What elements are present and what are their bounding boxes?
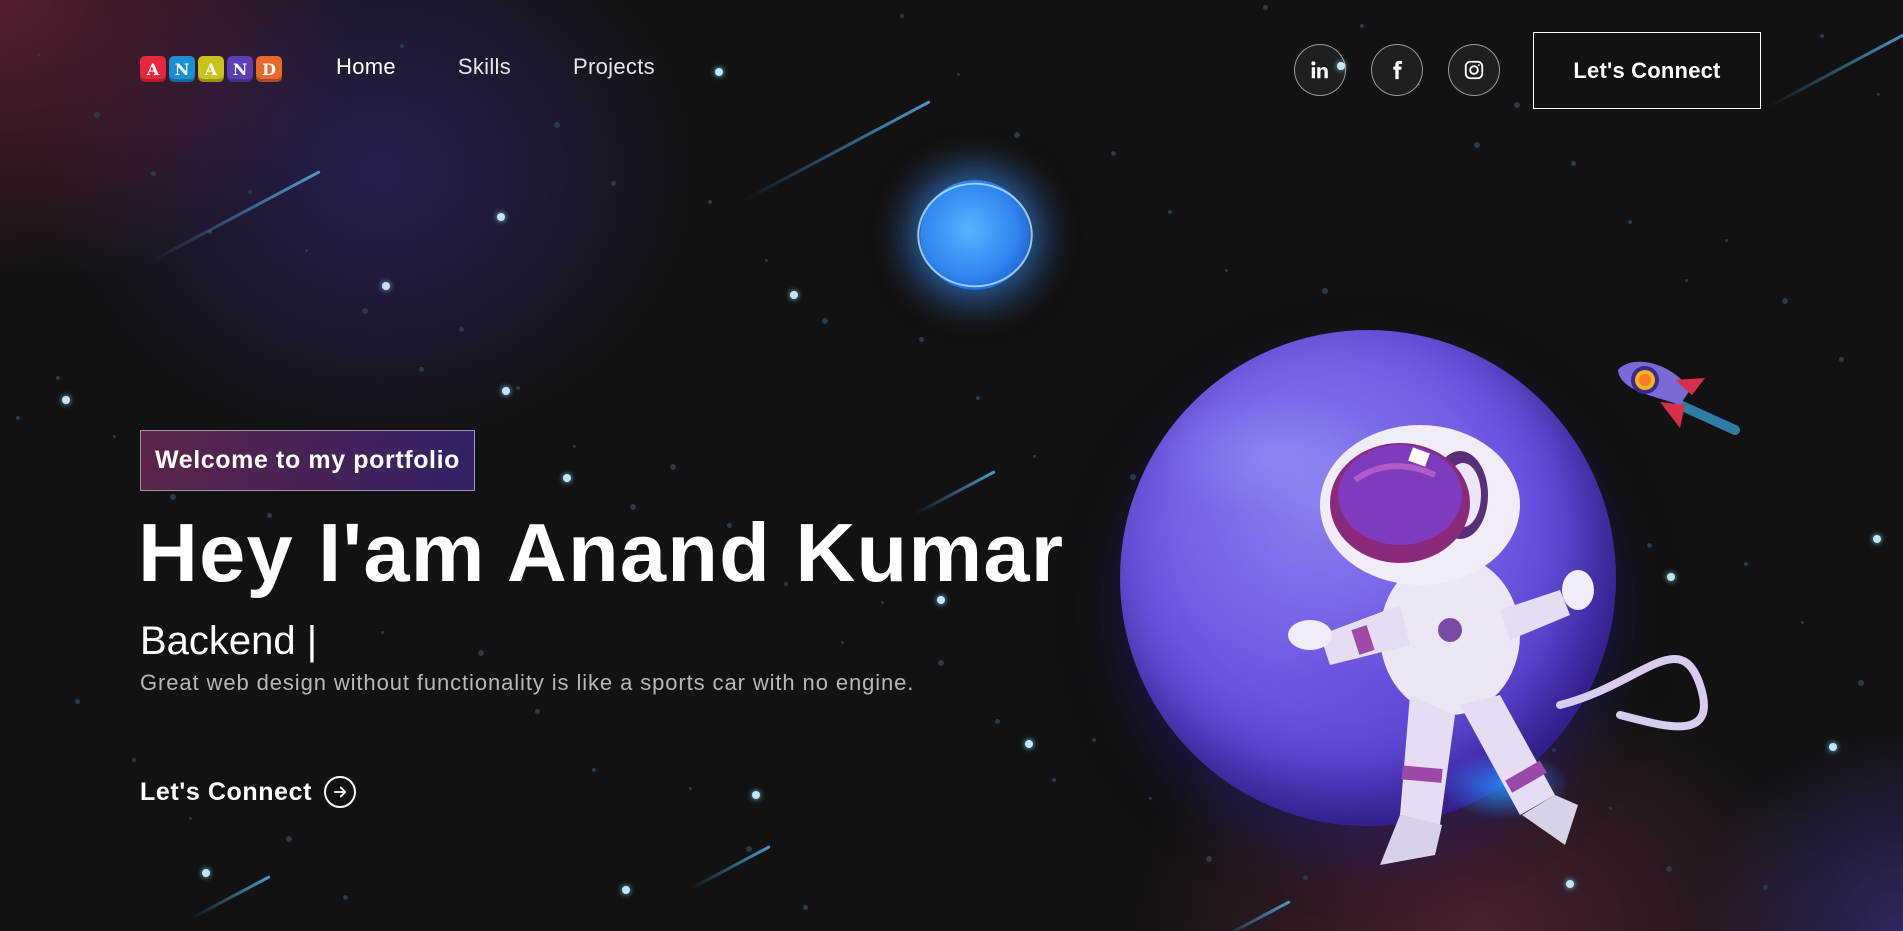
dust-particle (765, 259, 768, 262)
blue-orb-planet-illustration (904, 171, 1046, 299)
tagline-badge: Welcome to my portfolio (140, 430, 476, 491)
dust-particle (1839, 357, 1844, 362)
logo-letter-block: A (140, 56, 166, 82)
dust-particle (1763, 885, 1768, 890)
dust-particle (151, 171, 156, 176)
dust-particle (995, 719, 1000, 724)
hero-quote: Great web design without functionality i… (140, 670, 915, 695)
dust-particle (1571, 161, 1576, 166)
social-icons (1294, 44, 1500, 96)
dust-particle (1685, 279, 1688, 282)
shooting-star (189, 875, 271, 921)
dust-particle (1322, 288, 1328, 294)
dust-particle (841, 641, 844, 644)
astronaut-illustration (1288, 425, 1708, 865)
star (752, 791, 760, 799)
logo-letter-block: N (169, 56, 195, 82)
dust-particle (1168, 210, 1172, 214)
dust-particle (976, 396, 980, 400)
dust-particle (881, 601, 884, 604)
dust-particle (1111, 151, 1116, 156)
dust-particle (1033, 455, 1036, 458)
dust-particle (1149, 797, 1152, 800)
nav-link-skills[interactable]: Skills (458, 54, 511, 80)
dust-particle (611, 181, 616, 186)
typed-role-text: Backend | (140, 619, 318, 663)
nav-link-home[interactable]: Home (336, 54, 396, 80)
shooting-star (1218, 900, 1291, 931)
star (497, 213, 505, 221)
dust-particle (919, 337, 924, 342)
linkedin-icon[interactable] (1294, 44, 1346, 96)
nav-link-projects[interactable]: Projects (573, 54, 655, 80)
dust-particle (16, 416, 20, 420)
shooting-star (151, 170, 321, 263)
star (1873, 535, 1881, 543)
nav-links: Home Skills Projects (336, 54, 655, 80)
dust-particle (1052, 778, 1056, 782)
dust-particle (343, 895, 348, 900)
instagram-icon[interactable] (1448, 44, 1500, 96)
dust-particle (689, 787, 692, 790)
dust-particle (573, 445, 576, 448)
brand-logo[interactable]: ANAND (140, 56, 282, 82)
star (1025, 740, 1033, 748)
dust-particle (746, 846, 752, 852)
logo-letter-block: A (198, 56, 224, 82)
dust-particle (1092, 738, 1096, 742)
dust-particle (170, 494, 176, 500)
dust-particle (362, 308, 368, 314)
arrow-right-circle-icon (324, 776, 357, 808)
dust-particle (592, 768, 596, 772)
star (202, 869, 210, 877)
dust-particle (381, 631, 384, 634)
rocket-illustration (1618, 361, 1740, 435)
nav-connect-button[interactable]: Let's Connect (1533, 32, 1761, 109)
dust-particle (1225, 269, 1228, 272)
star (502, 387, 510, 395)
dust-particle (1474, 142, 1480, 148)
dust-particle (1628, 220, 1632, 224)
star (62, 396, 70, 404)
dust-particle (1130, 474, 1136, 480)
dust-particle (1725, 239, 1728, 242)
star (382, 282, 390, 290)
logo-letter-block: N (227, 56, 253, 82)
dust-particle (419, 367, 424, 372)
star (563, 474, 571, 482)
star (1829, 743, 1837, 751)
dust-particle (478, 650, 484, 656)
hero-headline: Hey I'am Anand Kumar (138, 506, 1065, 599)
dust-particle (516, 386, 520, 390)
star (790, 291, 798, 299)
dust-particle (535, 709, 540, 714)
dust-particle (75, 699, 80, 704)
hero-connect-button[interactable]: Let's Connect (140, 776, 357, 808)
facebook-icon[interactable] (1371, 44, 1423, 96)
dust-particle (1206, 856, 1212, 862)
shooting-star (689, 845, 771, 891)
tagline-text: Welcome to my portfolio (155, 446, 461, 474)
dust-particle (248, 190, 252, 194)
dust-particle (132, 758, 136, 762)
navbar: ANAND Home Skills Projects Let's Connect (0, 0, 1903, 140)
dust-particle (56, 376, 60, 380)
dust-particle (822, 318, 828, 324)
dust-particle (1801, 621, 1804, 624)
dust-particle (286, 836, 292, 842)
dust-particle (1858, 680, 1864, 686)
dust-particle (189, 817, 192, 820)
dust-particle (305, 249, 308, 252)
dust-particle (938, 660, 944, 666)
star (622, 886, 630, 894)
dust-particle (670, 464, 676, 470)
dust-particle (459, 327, 464, 332)
hero-connect-label: Let's Connect (140, 777, 313, 806)
dust-particle (803, 905, 808, 910)
dust-particle (708, 200, 712, 204)
dust-particle (113, 435, 116, 438)
dust-particle (1782, 298, 1788, 304)
dust-particle (1744, 562, 1748, 566)
logo-letter-block: D (256, 56, 282, 82)
